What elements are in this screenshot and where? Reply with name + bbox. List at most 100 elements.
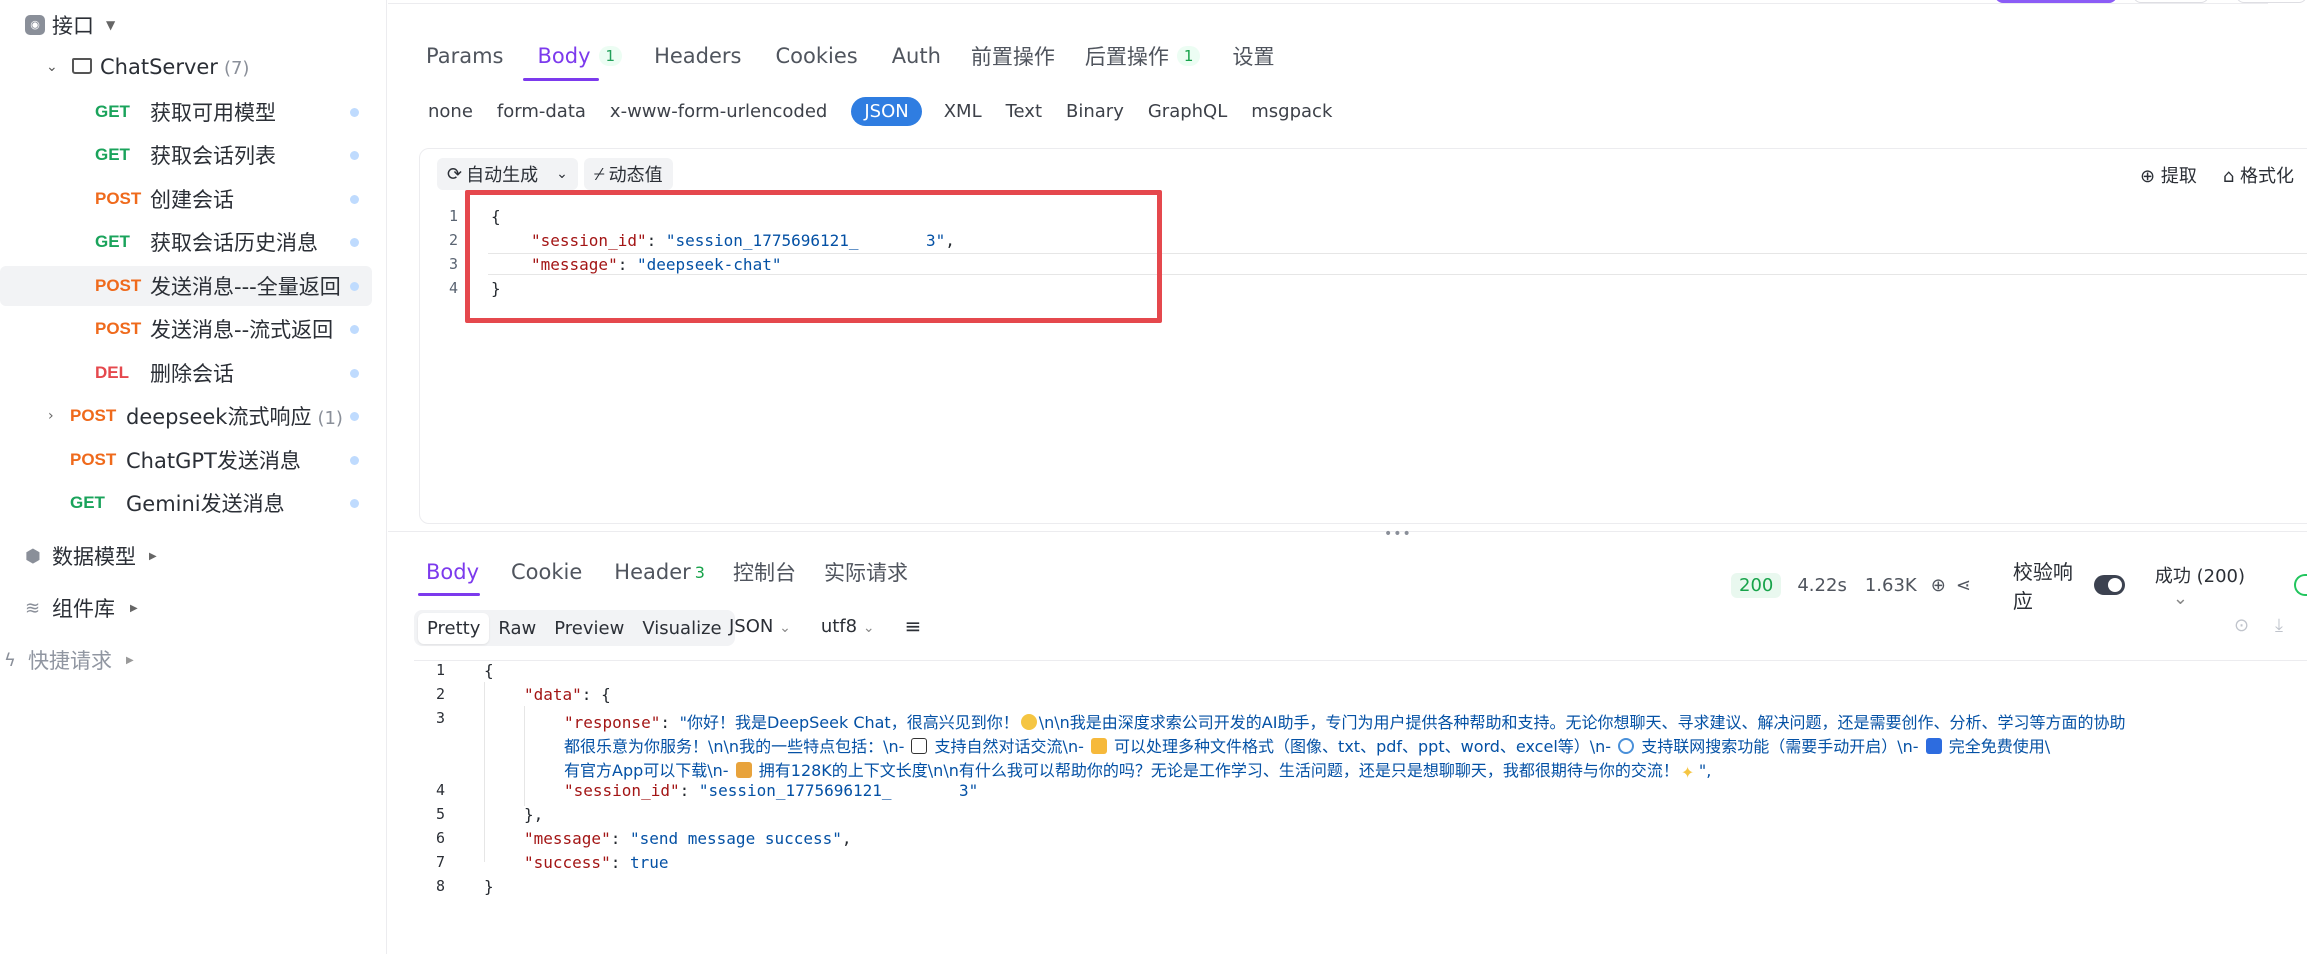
share-icon[interactable]: ⋖ bbox=[1956, 575, 1971, 596]
indent-guide bbox=[524, 706, 525, 806]
body-type-urlencoded[interactable]: x-www-form-urlencoded bbox=[610, 101, 827, 122]
line-number: 7 bbox=[435, 853, 445, 871]
chevron-down-icon[interactable]: ⌄ bbox=[46, 59, 58, 75]
line-number: 5 bbox=[435, 805, 445, 823]
json-key: "data" bbox=[524, 685, 582, 704]
format-button[interactable]: ⌂ 格式化 bbox=[2223, 162, 2294, 188]
body-type-msgpack[interactable]: msgpack bbox=[1251, 101, 1332, 122]
format-icon: ⌂ bbox=[2222, 166, 2235, 187]
sidebar-item-label: 删除会话 bbox=[150, 362, 234, 386]
resp-tab-body[interactable]: Body bbox=[426, 560, 479, 584]
sidebar-root-interfaces[interactable]: ◉ 接口 ▼ bbox=[0, 5, 387, 45]
send-button[interactable] bbox=[1995, 0, 2117, 3]
body-type-xml[interactable]: XML bbox=[944, 101, 982, 122]
sparkles-emoji-icon: ✦ bbox=[1680, 763, 1695, 782]
sidebar-item-create-session[interactable]: POST 创建会话 bbox=[0, 179, 387, 219]
chevron-down-icon[interactable]: ⌄ bbox=[556, 166, 568, 182]
encoding-select-label: utf8 bbox=[820, 615, 858, 637]
method-badge: GET bbox=[95, 102, 130, 121]
view-visualize[interactable]: Visualize bbox=[633, 613, 730, 644]
body-type-binary[interactable]: Binary bbox=[1066, 101, 1124, 122]
result-select[interactable]: 成功 (200) ⌄ bbox=[2155, 562, 2270, 609]
tab-headers[interactable]: Headers bbox=[654, 44, 741, 68]
resp-tab-actual-request[interactable]: 实际请求 bbox=[824, 557, 908, 587]
books-emoji-icon bbox=[735, 762, 752, 778]
sidebar-section-quick[interactable]: ϟ 快捷请求 ▶ bbox=[0, 640, 387, 680]
extract-button[interactable]: ⊕ 提取 bbox=[2140, 162, 2197, 188]
more-button[interactable] bbox=[2236, 0, 2307, 3]
caret-right-icon[interactable]: ▶ bbox=[130, 603, 138, 614]
line-number: 1 bbox=[448, 207, 458, 225]
sidebar-root-label: 接口 bbox=[52, 14, 94, 38]
resp-tab-cookie[interactable]: Cookie bbox=[511, 560, 582, 584]
globe-icon[interactable]: ⊕ bbox=[1931, 575, 1946, 596]
view-preview[interactable]: Preview bbox=[545, 613, 633, 644]
resp-tab-console[interactable]: 控制台 bbox=[733, 557, 796, 587]
sidebar-folder-chatserver[interactable]: ⌄ ChatServer (7) bbox=[0, 47, 387, 87]
resp-tab-header[interactable]: Header 3 bbox=[614, 560, 705, 584]
drag-handle-icon[interactable]: ••• bbox=[1384, 526, 1412, 542]
pane-splitter[interactable] bbox=[388, 531, 2307, 532]
auto-generate-button[interactable]: ⟳ 自动生成 ⌄ bbox=[437, 158, 578, 190]
tab-pre-ops[interactable]: 前置操作 bbox=[971, 41, 1055, 71]
validate-toggle[interactable] bbox=[2094, 575, 2125, 595]
body-type-none[interactable]: none bbox=[428, 101, 473, 122]
sidebar-item-get-sessions[interactable]: GET 获取会话列表 bbox=[0, 135, 387, 175]
status-dot bbox=[350, 498, 359, 508]
sidebar-item-label: 创建会话 bbox=[150, 188, 234, 212]
sidebar: ◉ 接口 ▼ ⌄ ChatServer (7) GET 获取可用模型 GET 获取… bbox=[0, 0, 387, 954]
tab-params[interactable]: Params bbox=[426, 44, 504, 68]
sidebar-item-delete-session[interactable]: DEL 删除会话 bbox=[0, 353, 387, 393]
encoding-select[interactable]: utf8 ⌄ bbox=[821, 616, 875, 637]
chevron-right-icon[interactable]: › bbox=[48, 408, 54, 424]
sidebar-item-get-models[interactable]: GET 获取可用模型 bbox=[0, 92, 387, 132]
result-label: 成功 (200) bbox=[2154, 565, 2246, 587]
body-type-graphql[interactable]: GraphQL bbox=[1148, 101, 1227, 122]
tab-cookies[interactable]: Cookies bbox=[775, 44, 857, 68]
resp-tab-header-label: Header bbox=[614, 560, 691, 584]
sidebar-item-gemini[interactable]: GET Gemini发送消息 bbox=[0, 483, 387, 523]
body-type-form-data[interactable]: form-data bbox=[497, 101, 586, 122]
format-select[interactable]: JSON ⌄ bbox=[729, 616, 791, 637]
body-type-json[interactable]: JSON bbox=[851, 97, 922, 126]
wand-icon: ⌿ bbox=[593, 163, 605, 185]
method-badge: POST bbox=[70, 406, 117, 425]
save-button[interactable] bbox=[2133, 0, 2209, 3]
folder-count: (7) bbox=[223, 58, 250, 79]
sidebar-item-send-stream[interactable]: POST 发送消息--流式返回 bbox=[0, 309, 387, 349]
caret-right-icon[interactable]: ▶ bbox=[126, 655, 134, 666]
sidebar-item-label: 获取可用模型 bbox=[150, 101, 276, 125]
speech-bubble-emoji-icon bbox=[911, 738, 928, 754]
sidebar-section-components[interactable]: ≋ 组件库 ▶ bbox=[0, 588, 387, 628]
copy-icon[interactable]: ⊙ bbox=[2234, 615, 2249, 636]
json-string: 完全免费使用\ bbox=[1943, 737, 2051, 756]
editor-toolbar: ⟳ 自动生成 ⌄ ⌿ 动态值 bbox=[437, 158, 679, 190]
wrap-lines-icon[interactable]: ≡ bbox=[905, 614, 922, 638]
dynamic-value-button[interactable]: ⌿ 动态值 bbox=[583, 158, 673, 190]
caret-right-icon[interactable]: ▶ bbox=[149, 551, 157, 562]
sidebar-section-models[interactable]: ⬢ 数据模型 ▶ bbox=[0, 536, 387, 576]
line-number: 2 bbox=[435, 685, 445, 703]
download-icon[interactable]: ⤓ bbox=[2275, 615, 2283, 636]
sidebar-item-chatgpt[interactable]: POST ChatGPT发送消息 bbox=[0, 440, 387, 480]
extract-label: 提取 bbox=[2160, 166, 2197, 187]
dropdown-caret-icon[interactable]: ▼ bbox=[106, 18, 115, 32]
json-string: "send message success" bbox=[629, 829, 842, 848]
sidebar-item-send-full[interactable]: POST 发送消息---全量返回 bbox=[0, 266, 372, 306]
sidebar-item-get-history[interactable]: GET 获取会话历史消息 bbox=[0, 222, 387, 262]
request-tabs: Params Body 1 Headers Cookies Auth 前置操作 后… bbox=[426, 41, 1308, 71]
format-select-label: JSON bbox=[729, 615, 774, 637]
tab-auth[interactable]: Auth bbox=[892, 44, 941, 68]
tab-body[interactable]: Body 1 bbox=[538, 44, 623, 68]
view-raw[interactable]: Raw bbox=[489, 613, 545, 644]
section-label: 快捷请求 bbox=[28, 649, 112, 673]
view-pretty[interactable]: Pretty bbox=[418, 612, 490, 644]
sidebar-item-deepseek-stream[interactable]: › POST deepseek流式响应 (1) bbox=[0, 396, 387, 436]
body-type-text[interactable]: Text bbox=[1006, 101, 1042, 122]
status-dot bbox=[350, 107, 359, 117]
response-meta: 200 4.22s 1.63K ⊕ ⋖ 校验响应 成功 (200) ⌄ bbox=[1731, 556, 2307, 614]
tab-settings[interactable]: 设置 bbox=[1232, 41, 1274, 71]
tab-post-ops[interactable]: 后置操作 1 bbox=[1085, 41, 1201, 71]
method-badge: POST bbox=[95, 189, 142, 208]
json-string: ", bbox=[1698, 761, 1712, 780]
